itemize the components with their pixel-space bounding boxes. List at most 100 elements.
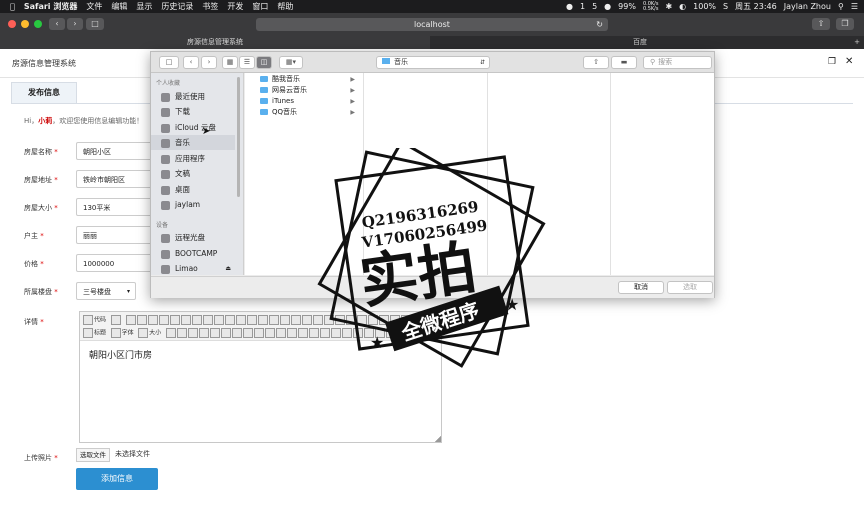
user-name[interactable]: Jaylan Zhou <box>784 2 831 11</box>
dialog-path-popup[interactable]: 音乐 ⇵ <box>376 56 490 69</box>
reload-icon[interactable]: ↻ <box>596 18 603 31</box>
show-tabs-button[interactable]: ❐ <box>836 18 854 30</box>
close-icon[interactable]: ✕ <box>845 56 853 67</box>
editor-search-button[interactable] <box>110 314 122 325</box>
sidebar-item-music[interactable]: 音乐 <box>151 135 235 150</box>
sidebar-item-documents[interactable]: 文稿 <box>151 166 235 181</box>
file-status: 未选择文件 <box>115 450 150 458</box>
tab-baidu[interactable]: 百度 <box>431 36 849 49</box>
tab-label: 房源信息管理系统 <box>187 38 243 46</box>
eject-icon[interactable]: ⏏ <box>225 261 231 276</box>
apple-icon[interactable]:  <box>10 2 15 11</box>
back-button[interactable]: ‹ <box>49 18 65 30</box>
menu-edit[interactable]: 编辑 <box>111 1 127 12</box>
resize-handle-icon[interactable] <box>435 436 441 442</box>
dialog-tag-button[interactable]: ▬ <box>611 56 637 69</box>
price-input[interactable]: 1000000 <box>76 254 158 272</box>
folder-kuwo-music[interactable]: 酷我音乐 ▶ <box>245 74 361 85</box>
dialog-back-button[interactable]: ‹ <box>183 56 199 69</box>
editor-code-button[interactable]: 代码 <box>83 314 106 325</box>
zoom-window-button[interactable] <box>34 20 42 28</box>
list-view-button[interactable]: ☰ <box>239 56 255 69</box>
tool-icon <box>198 327 209 338</box>
menu-bookmarks[interactable]: 书签 <box>202 1 218 12</box>
wechat-icon[interactable]: ● <box>604 2 611 11</box>
menu-develop[interactable]: 开发 <box>227 1 243 12</box>
required-mark: * <box>40 318 44 326</box>
sidebar-scrollbar[interactable] <box>237 77 240 197</box>
tool-icon <box>286 327 297 338</box>
bell-icon[interactable]: ● <box>566 2 573 11</box>
menu-history[interactable]: 历史记录 <box>161 1 193 12</box>
folder-itunes[interactable]: iTunes ▶ <box>245 96 361 107</box>
house-address-input[interactable]: 铁岭市朝阳区 <box>76 170 158 188</box>
dialog-sidebar-button[interactable]: □ <box>159 56 179 69</box>
add-info-button[interactable]: 添加信息 <box>76 468 158 490</box>
label-text: 所属楼盘 <box>24 288 52 296</box>
battery-status[interactable]: 99% <box>618 2 636 11</box>
wifi-icon[interactable]: ◐ <box>679 2 686 11</box>
dialog-share-button[interactable]: ⇧ <box>583 56 609 69</box>
editor-size-button[interactable]: 大小 <box>138 327 161 338</box>
house-name-input[interactable]: 朝阳小区 <box>76 142 158 160</box>
menu-view[interactable]: 显示 <box>136 1 152 12</box>
sidebar-item-downloads[interactable]: 下载 <box>151 104 235 119</box>
building-select[interactable]: 三号楼盘 ▾ <box>76 282 136 300</box>
menu-app-name[interactable]: Safari 浏览器 <box>24 1 78 12</box>
dialog-forward-button[interactable]: › <box>201 56 217 69</box>
bluetooth-icon[interactable]: ✱ <box>665 2 672 11</box>
required-mark: * <box>40 260 44 268</box>
dialog-search-field[interactable]: ⚲ 搜索 <box>643 56 712 69</box>
document-icon <box>161 169 170 179</box>
icon-view-button[interactable]: ▦ <box>222 56 238 69</box>
cancel-button[interactable]: 取消 <box>618 281 664 294</box>
sidebar-item-bootcamp[interactable]: BOOTCAMP <box>151 246 235 261</box>
sidebar-item-remote-disc[interactable]: 远程光盘 <box>151 230 235 245</box>
close-window-button[interactable] <box>8 20 16 28</box>
sidebar-item-icloud[interactable]: iCloud 云盘 <box>151 120 235 135</box>
notification-center-icon[interactable]: ☰ <box>851 2 858 11</box>
tool-icon <box>192 314 203 325</box>
sidebar-item-label: 远程光盘 <box>175 233 205 242</box>
battery-percent[interactable]: 100% <box>693 2 716 11</box>
search-icon[interactable]: ⚲ <box>838 2 844 11</box>
folder-qq-music[interactable]: QQ音乐 ▶ <box>245 107 361 118</box>
choose-button[interactable]: 选取 <box>667 281 713 294</box>
choose-file-button[interactable]: 选取文件 <box>76 448 110 462</box>
editor-font-button[interactable]: 字体 <box>110 327 134 338</box>
editor-content[interactable]: 朝阳小区门市房 <box>89 348 152 361</box>
minimize-window-button[interactable] <box>21 20 29 28</box>
forward-button[interactable]: › <box>67 18 83 30</box>
mac-menu-bar:  Safari 浏览器 文件 编辑 显示 历史记录 书签 开发 窗口 帮助 ●… <box>0 0 864 13</box>
tool-icon <box>275 327 286 338</box>
sidebar-item-desktop[interactable]: 桌面 <box>151 182 235 197</box>
folder-netease-music[interactable]: 网易云音乐 ▶ <box>245 85 361 96</box>
clock[interactable]: 周五 23:46 <box>735 1 777 12</box>
notify-count-1: 1 <box>579 2 586 11</box>
share-button[interactable]: ⇧ <box>812 18 830 30</box>
owner-input[interactable]: 丽丽 <box>76 226 158 244</box>
sidebar-item-limao[interactable]: Limao ⏏ <box>151 261 235 276</box>
tab-publish-info[interactable]: 发布信息 <box>11 82 77 103</box>
tool-icon <box>176 327 187 338</box>
group-view-button[interactable]: ▦▾ <box>279 56 303 69</box>
chevron-updown-icon: ⇵ <box>479 59 485 66</box>
column-view-button[interactable]: ◫ <box>256 56 272 69</box>
tool-icon <box>137 314 148 325</box>
sidebar-item-home[interactable]: jaylam <box>151 197 235 212</box>
popout-icon[interactable]: ❐ <box>828 57 836 67</box>
sidebar-item-applications[interactable]: 应用程序 <box>151 151 235 166</box>
house-size-input[interactable]: 130平米 <box>76 198 158 216</box>
input-method-icon[interactable]: S <box>723 2 728 11</box>
tab-house-system[interactable]: 房源信息管理系统 <box>0 36 430 49</box>
sidebar-toggle-button[interactable]: □ <box>86 18 104 30</box>
sidebar-item-recents[interactable]: 最近使用 <box>151 89 235 104</box>
address-bar[interactable]: localhost ↻ <box>256 18 608 31</box>
menu-window[interactable]: 窗口 <box>252 1 268 12</box>
editor-heading-button[interactable]: 标题 <box>83 327 106 338</box>
new-tab-button[interactable]: + <box>850 36 864 49</box>
menu-file[interactable]: 文件 <box>86 1 102 12</box>
menu-help[interactable]: 帮助 <box>277 1 293 12</box>
tool-icon <box>247 314 258 325</box>
watermark-stamp: Q2196316269 V17060256499 实拍 全微程序 ★ ★ <box>317 148 546 368</box>
